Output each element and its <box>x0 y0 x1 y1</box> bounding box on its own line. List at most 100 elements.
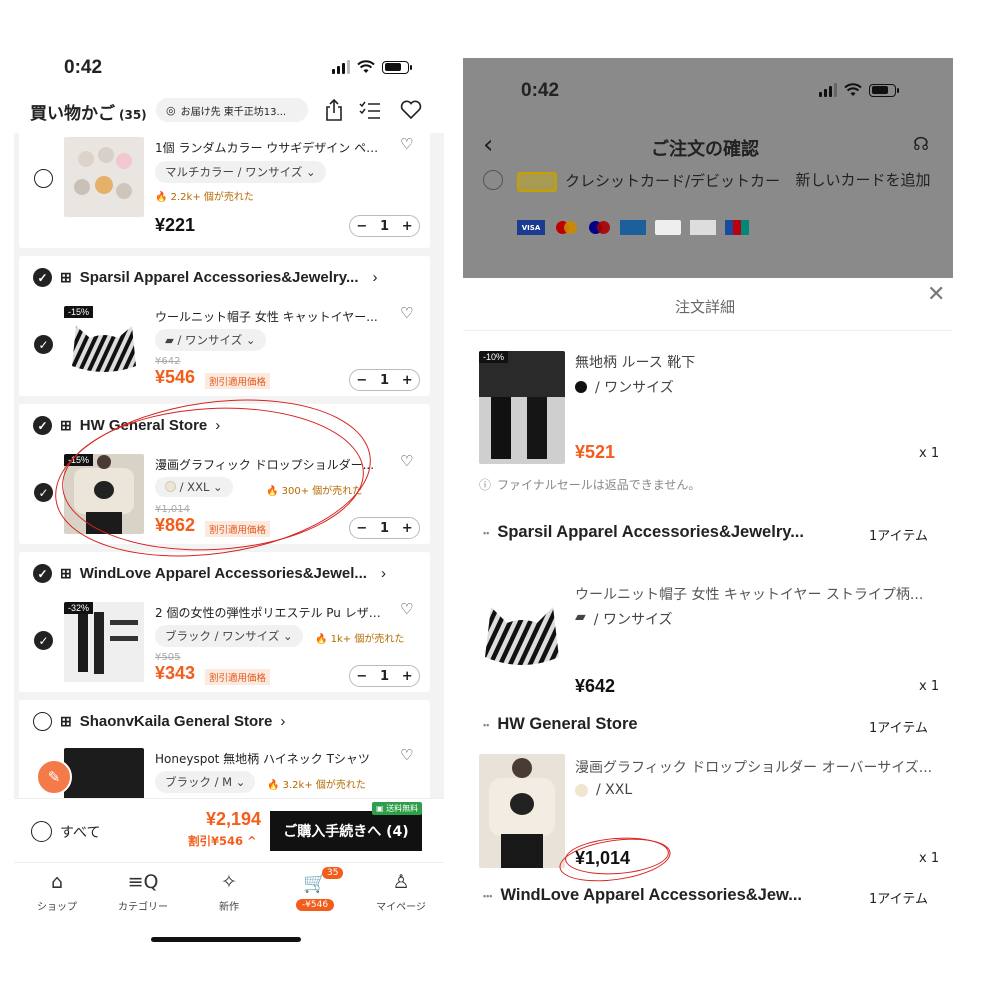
product-name[interactable]: Honeyspot 無地柄 ハイネック Tシャツ <box>155 750 370 767</box>
plus-icon[interactable]: + <box>402 219 413 234</box>
store-header[interactable]: ✓ ⊞ WindLove Apparel Accessories&Jewel..… <box>33 564 386 583</box>
item-checkbox[interactable] <box>34 169 53 188</box>
add-to-wishlist-icon[interactable]: ♡ <box>400 135 413 153</box>
minus-icon[interactable]: − <box>356 373 367 388</box>
item-checkbox[interactable]: ✓ <box>34 483 53 502</box>
tab-category[interactable]: ≡Q カテゴリー <box>100 863 186 920</box>
variant-select[interactable]: ▰ / ワンサイズ ⌄ <box>155 329 266 351</box>
amex-icon <box>620 220 646 235</box>
signal-icon <box>819 83 837 97</box>
discount-price: ¥343 <box>155 663 196 683</box>
add-to-wishlist-icon[interactable]: ♡ <box>400 746 413 764</box>
fire-icon: 🔥 <box>267 780 280 791</box>
quantity-stepper[interactable]: −1 + <box>349 215 420 237</box>
payment-label[interactable]: クレシットカード/デビットカー <box>565 170 780 191</box>
product-name[interactable]: 1個 ランダムカラー ウサギデザイン ペ… <box>155 139 378 156</box>
product-variant: / ワンサイズ <box>575 377 674 397</box>
discount-tag: 割引適用価格 <box>205 669 271 685</box>
store-checkbox[interactable]: ✓ <box>33 564 52 583</box>
payment-radio[interactable] <box>483 170 503 190</box>
tab-shop[interactable]: ⌂ ショップ <box>14 863 100 920</box>
minus-icon[interactable]: − <box>356 521 367 536</box>
share-icon[interactable] <box>324 98 344 122</box>
store-icon: ⊞ <box>60 713 72 729</box>
quantity-stepper[interactable]: −1 + <box>349 369 420 391</box>
mastercard-icon <box>554 220 578 235</box>
cart-screen: 0:42 買い物かご (35) ◎ お届け先 東千正坊13... 1個 ランダム… <box>14 40 444 960</box>
product-name: 漫画グラフィック ドロップショルダー オーバーサイズ... <box>575 760 933 776</box>
store-checkbox[interactable] <box>33 712 52 731</box>
variant-select[interactable]: マルチカラー / ワンサイズ ⌄ <box>155 161 326 183</box>
item-checkbox[interactable]: ✓ <box>34 631 53 650</box>
discover-icon <box>690 220 716 235</box>
product-variant: / XXL <box>575 782 632 798</box>
chevron-down-icon: ⌄ <box>245 333 256 347</box>
back-icon[interactable]: ‹ <box>483 130 493 160</box>
chevron-down-icon: ⌄ <box>306 165 316 179</box>
store-checkbox[interactable]: ✓ <box>33 416 52 435</box>
quantity: x 1 <box>919 679 940 694</box>
category-search-icon: ≡Q <box>127 870 159 893</box>
tab-mypage[interactable]: ♙ マイページ <box>358 863 444 920</box>
store-header[interactable]: ✓ ⊞ Sparsil Apparel Accessories&Jewelry.… <box>33 268 378 287</box>
total-discount[interactable]: 割引¥546 ^ <box>188 833 257 849</box>
add-to-wishlist-icon[interactable]: ♡ <box>400 452 413 470</box>
original-price: ¥505 <box>155 652 181 663</box>
status-time: 0:42 <box>64 57 103 78</box>
status-icons <box>332 60 412 74</box>
wishlist-heart-icon[interactable] <box>400 100 422 120</box>
product-image-cat-ear-hat[interactable] <box>479 577 565 691</box>
sold-count: 🔥 1k+ 個が売れた <box>315 634 405 645</box>
plus-icon[interactable]: + <box>402 521 413 536</box>
store-checkbox[interactable]: ✓ <box>33 268 52 287</box>
variant-select[interactable]: ブラック / ワンサイズ ⌄ <box>155 625 303 647</box>
cart-title: 買い物かご (35) <box>30 104 147 124</box>
store-header[interactable]: ⊞ ShaonvKaila General Store › <box>33 712 285 731</box>
select-all[interactable]: すべて <box>31 821 100 842</box>
address-pill[interactable]: ◎ お届け先 東千正坊13... <box>156 98 308 122</box>
support-headset-icon[interactable]: ☊ <box>913 134 929 155</box>
minus-icon[interactable]: − <box>356 669 367 684</box>
divider <box>463 330 953 331</box>
battery-icon <box>869 83 899 97</box>
total-price: ¥2,194 <box>206 809 262 829</box>
checkout-button[interactable]: ご購入手続きへ (4) <box>270 811 422 851</box>
tab-new[interactable]: ✧ 新作 <box>186 863 272 920</box>
item-checkbox[interactable]: ✓ <box>34 335 53 354</box>
store-icon: ⊞ <box>60 269 72 285</box>
chevron-right-icon: › <box>280 713 286 730</box>
product-name[interactable]: ウールニット帽子 女性 キャットイヤー... <box>155 308 378 325</box>
product-image-cat-ear-hat[interactable]: -15% <box>64 306 144 386</box>
plus-icon[interactable]: + <box>402 373 413 388</box>
select-all-checkbox[interactable] <box>31 821 52 842</box>
quantity-stepper[interactable]: −1 + <box>349 665 420 687</box>
add-to-wishlist-icon[interactable]: ♡ <box>400 304 413 322</box>
new-sparkle-icon: ✧ <box>221 870 237 893</box>
product-image-loose-socks[interactable]: -10% <box>479 351 565 464</box>
quantity-stepper[interactable]: −1 + <box>349 517 420 539</box>
minus-icon[interactable]: − <box>356 219 367 234</box>
product-image-bunny-figures[interactable] <box>64 137 144 217</box>
price: ¥521 <box>575 442 616 462</box>
coupon-float-icon[interactable]: ✎ <box>36 759 72 795</box>
chevron-right-icon: › <box>372 269 378 286</box>
checklist-icon[interactable] <box>359 100 381 120</box>
add-to-wishlist-icon[interactable]: ♡ <box>400 600 413 618</box>
truck-icon: ▣ <box>376 804 384 813</box>
product-image-graphic-sweater[interactable] <box>479 754 565 868</box>
jcb-icon <box>725 220 749 235</box>
tab-cart[interactable]: 🛒 35 -¥546 <box>272 863 358 920</box>
page-title: ご注文の確認 <box>651 139 759 160</box>
close-icon[interactable]: ✕ <box>927 282 945 307</box>
add-card-link[interactable]: 新しいカードを追加 <box>793 170 933 190</box>
battery-icon <box>382 60 412 74</box>
plus-icon[interactable]: + <box>402 669 413 684</box>
store-header: ••• WindLove Apparel Accessories&Jew... <box>483 886 802 904</box>
product-image-leg-straps[interactable]: -32% <box>64 602 144 682</box>
variant-select[interactable]: ブラック / M ⌄ <box>155 771 256 793</box>
product-name[interactable]: 2 個の女性の弾性ポリエステル Pu レザ… <box>155 604 381 621</box>
store-dots-icon: •• <box>483 527 490 538</box>
annotation-circle <box>563 834 671 878</box>
checkout-bar: すべて ¥2,194 割引¥546 ^ ご購入手続きへ (4) ▣ 送料無料 <box>14 798 444 860</box>
wifi-icon <box>844 83 862 96</box>
